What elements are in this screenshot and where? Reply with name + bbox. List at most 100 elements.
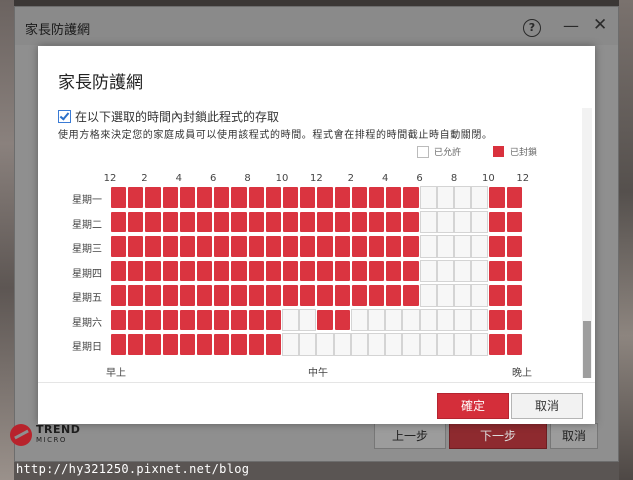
schedule-cell-allowed[interactable] [436,308,454,331]
schedule-cell-blocked[interactable] [110,235,128,258]
schedule-cell-allowed[interactable] [299,333,317,356]
schedule-cell-blocked[interactable] [144,235,162,258]
schedule-cell-blocked[interactable] [282,186,300,209]
schedule-cell-blocked[interactable] [247,235,265,258]
schedule-cell-allowed[interactable] [454,259,472,282]
schedule-cell-blocked[interactable] [196,333,214,356]
schedule-cell-blocked[interactable] [127,186,145,209]
schedule-cell-blocked[interactable] [230,186,248,209]
schedule-cell-blocked[interactable] [299,259,317,282]
schedule-cell-allowed[interactable] [436,210,454,233]
schedule-cell-blocked[interactable] [213,333,231,356]
schedule-cell-blocked[interactable] [161,235,179,258]
schedule-cell-blocked[interactable] [144,186,162,209]
dialog-scrollbar-thumb[interactable] [583,321,591,378]
schedule-cell-blocked[interactable] [144,284,162,307]
help-icon[interactable]: ? [523,19,541,37]
schedule-cell-allowed[interactable] [385,308,403,331]
schedule-cell-blocked[interactable] [110,259,128,282]
schedule-cell-blocked[interactable] [505,210,523,233]
schedule-cell-allowed[interactable] [316,333,334,356]
schedule-cell-blocked[interactable] [299,186,317,209]
schedule-cell-blocked[interactable] [213,259,231,282]
schedule-cell-blocked[interactable] [161,284,179,307]
schedule-cell-blocked[interactable] [316,284,334,307]
schedule-cell-allowed[interactable] [436,333,454,356]
schedule-cell-allowed[interactable] [436,259,454,282]
schedule-cell-allowed[interactable] [471,210,489,233]
schedule-cell-blocked[interactable] [127,333,145,356]
schedule-cell-blocked[interactable] [264,284,282,307]
schedule-cell-blocked[interactable] [230,284,248,307]
schedule-cell-blocked[interactable] [196,284,214,307]
schedule-cell-blocked[interactable] [488,308,506,331]
schedule-cell-blocked[interactable] [230,210,248,233]
schedule-cell-allowed[interactable] [454,333,472,356]
schedule-cell-allowed[interactable] [454,308,472,331]
schedule-cell-blocked[interactable] [264,308,282,331]
schedule-cell-blocked[interactable] [505,186,523,209]
schedule-cell-blocked[interactable] [385,259,403,282]
schedule-cell-allowed[interactable] [454,210,472,233]
schedule-cell-blocked[interactable] [247,308,265,331]
schedule-cell-blocked[interactable] [316,210,334,233]
schedule-cell-allowed[interactable] [471,186,489,209]
schedule-cell-blocked[interactable] [178,235,196,258]
schedule-cell-blocked[interactable] [144,308,162,331]
previous-step-button[interactable]: 上一步 [374,423,446,449]
schedule-cell-blocked[interactable] [161,186,179,209]
schedule-cell-blocked[interactable] [196,308,214,331]
schedule-cell-blocked[interactable] [264,210,282,233]
schedule-cell-blocked[interactable] [282,235,300,258]
schedule-cell-blocked[interactable] [368,284,386,307]
schedule-cell-blocked[interactable] [385,186,403,209]
schedule-cell-blocked[interactable] [161,259,179,282]
schedule-cell-blocked[interactable] [230,333,248,356]
schedule-cell-blocked[interactable] [505,284,523,307]
schedule-cell-blocked[interactable] [488,210,506,233]
schedule-cell-blocked[interactable] [144,259,162,282]
schedule-cell-blocked[interactable] [350,284,368,307]
schedule-cell-blocked[interactable] [196,210,214,233]
schedule-cell-allowed[interactable] [368,308,386,331]
schedule-cell-allowed[interactable] [454,186,472,209]
schedule-cell-blocked[interactable] [110,333,128,356]
schedule-cell-allowed[interactable] [419,284,437,307]
schedule-cell-blocked[interactable] [316,186,334,209]
schedule-cell-blocked[interactable] [368,210,386,233]
schedule-cell-blocked[interactable] [402,284,420,307]
schedule-cell-allowed[interactable] [402,308,420,331]
schedule-cell-blocked[interactable] [488,235,506,258]
schedule-cell-allowed[interactable] [299,308,317,331]
schedule-cell-blocked[interactable] [402,186,420,209]
schedule-cell-blocked[interactable] [264,259,282,282]
schedule-cell-allowed[interactable] [282,308,300,331]
block-access-checkbox[interactable] [58,110,71,123]
schedule-cell-blocked[interactable] [350,235,368,258]
schedule-cell-blocked[interactable] [127,259,145,282]
schedule-cell-blocked[interactable] [127,284,145,307]
schedule-cell-blocked[interactable] [144,210,162,233]
schedule-cell-blocked[interactable] [230,308,248,331]
schedule-cell-blocked[interactable] [110,308,128,331]
schedule-cell-allowed[interactable] [454,235,472,258]
schedule-cell-allowed[interactable] [471,259,489,282]
schedule-cell-blocked[interactable] [282,284,300,307]
schedule-cell-blocked[interactable] [127,210,145,233]
schedule-cell-allowed[interactable] [419,186,437,209]
schedule-cell-allowed[interactable] [385,333,403,356]
schedule-cell-allowed[interactable] [419,210,437,233]
schedule-cell-blocked[interactable] [333,186,351,209]
block-access-checkbox-label[interactable]: 在以下選取的時間內封鎖此程式的存取 [75,108,279,125]
schedule-cell-blocked[interactable] [333,284,351,307]
schedule-cell-blocked[interactable] [505,333,523,356]
schedule-cell-blocked[interactable] [368,186,386,209]
schedule-cell-blocked[interactable] [264,235,282,258]
schedule-cell-allowed[interactable] [419,259,437,282]
schedule-cell-allowed[interactable] [471,235,489,258]
schedule-cell-blocked[interactable] [316,235,334,258]
schedule-cell-blocked[interactable] [350,259,368,282]
schedule-cell-blocked[interactable] [264,333,282,356]
schedule-cell-blocked[interactable] [247,186,265,209]
schedule-cell-blocked[interactable] [368,235,386,258]
